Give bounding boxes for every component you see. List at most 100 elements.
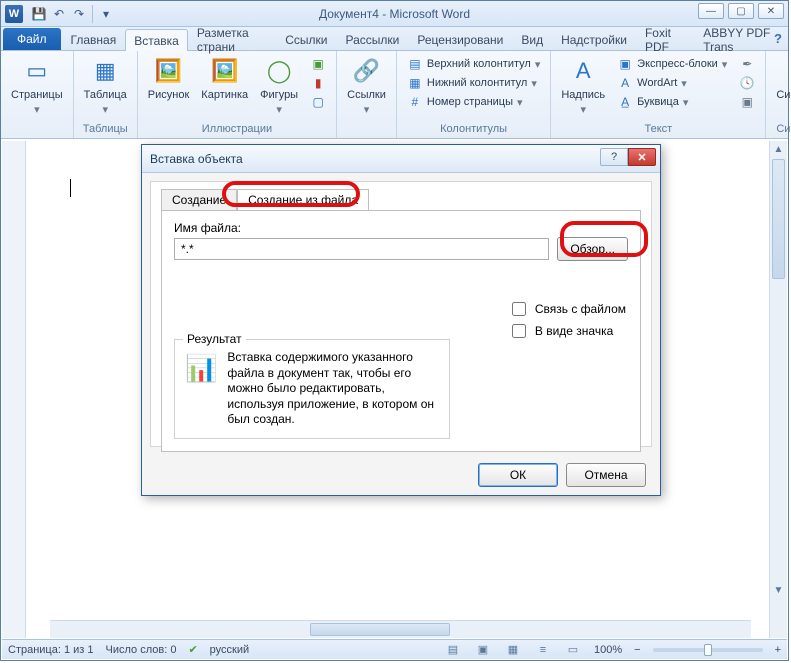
header-label: Верхний колонтитул (427, 58, 531, 70)
pages-label: Страницы (11, 89, 63, 101)
group-illustrations: 🖼️ Рисунок 🖼️ Картинка ◯ Фигуры ▾ ▣ ▮ ▢ (138, 51, 337, 138)
zoom-level[interactable]: 100% (594, 644, 622, 656)
dialog-help-button[interactable]: ? (600, 148, 628, 166)
zoom-out-button[interactable]: − (634, 644, 640, 656)
chart-button[interactable]: ▮ (308, 74, 328, 92)
tab-insert[interactable]: Вставка (125, 29, 188, 51)
link-to-file-checkbox[interactable]: Связь с файлом (508, 299, 626, 319)
links-button[interactable]: 🔗 Ссылки ▾ (343, 53, 390, 118)
file-tab[interactable]: Файл (3, 28, 61, 50)
tab-create-new[interactable]: Создание (161, 189, 237, 211)
quickparts-button[interactable]: ▣Экспресс-блоки ▾ (615, 55, 729, 73)
shapes-button[interactable]: ◯ Фигуры ▾ (256, 53, 302, 118)
group-symbols-label: Символы (772, 123, 791, 136)
group-illustrations-label: Иллюстрации (144, 123, 330, 136)
group-text-label: Текст (557, 123, 759, 136)
ribbon-help[interactable]: ? (774, 31, 782, 46)
chevron-down-icon: ▾ (681, 77, 687, 90)
chevron-down-icon: ▾ (102, 103, 108, 116)
insert-object-dialog: Вставка объекта ? ✕ Создание Создание из… (141, 144, 661, 496)
undo-button[interactable]: ↶ (49, 4, 69, 24)
window-title: Документ4 - Microsoft Word (1, 7, 788, 21)
status-language[interactable]: русский (210, 644, 249, 656)
signature-icon: ✒ (739, 56, 755, 72)
vscroll-thumb[interactable] (772, 159, 785, 279)
tab-references[interactable]: Ссылки (276, 28, 336, 50)
clipart-button[interactable]: 🖼️ Картинка (197, 53, 252, 103)
cancel-button[interactable]: Отмена (566, 463, 646, 487)
dialog-title: Вставка объекта (150, 152, 243, 166)
view-web[interactable]: ▦ (504, 642, 522, 658)
tab-addins[interactable]: Надстройки (552, 28, 636, 50)
checkbox-icon[interactable] (512, 302, 526, 316)
chevron-down-icon: ▾ (580, 103, 586, 116)
proofing-icon[interactable]: ✔ (188, 643, 197, 656)
smartart-button[interactable]: ▣ (308, 55, 328, 73)
pagenumber-button[interactable]: #Номер страницы ▾ (405, 93, 542, 111)
textbox-button[interactable]: A Надпись ▾ (557, 53, 609, 118)
group-pages: ▭ Страницы ▾ (1, 51, 74, 138)
footer-button[interactable]: ▦Нижний колонтитул ▾ (405, 74, 542, 92)
zoom-thumb[interactable] (704, 644, 712, 656)
redo-button[interactable]: ↷ (69, 4, 89, 24)
wordart-button[interactable]: AWordArt ▾ (615, 74, 729, 92)
ok-button[interactable]: ОК (478, 463, 558, 487)
browse-button[interactable]: Обзор... (557, 237, 628, 261)
table-button[interactable]: ▦ Таблица ▾ (80, 53, 131, 118)
zoom-in-button[interactable]: + (775, 644, 781, 656)
qat-customize[interactable]: ▾ (96, 4, 116, 24)
vertical-scrollbar[interactable]: ▲ ▼ (769, 141, 787, 638)
close-button[interactable]: ✕ (758, 3, 784, 19)
picture-button[interactable]: 🖼️ Рисунок (144, 53, 194, 103)
dialog-title-bar[interactable]: Вставка объекта ? ✕ (142, 145, 660, 173)
shapes-label: Фигуры (260, 89, 298, 101)
view-printlayout[interactable]: ▤ (444, 642, 462, 658)
datetime-button[interactable]: 🕓 (737, 74, 757, 92)
screenshot-button[interactable]: ▢ (308, 93, 328, 111)
tab-layout[interactable]: Разметка страни (188, 28, 276, 50)
screenshot-icon: ▢ (310, 94, 326, 110)
printlayout-icon: ▤ (448, 643, 458, 656)
ribbon-tabs: Файл Главная Вставка Разметка страни Ссы… (1, 27, 788, 51)
horizontal-scrollbar[interactable] (50, 620, 751, 638)
dialog-close-button[interactable]: ✕ (628, 148, 656, 166)
object-button[interactable]: ▣ (737, 93, 757, 111)
view-draft[interactable]: ▭ (564, 642, 582, 658)
save-button[interactable]: 💾 (29, 4, 49, 24)
group-links: 🔗 Ссылки ▾ (337, 51, 397, 138)
qat-separator (92, 5, 93, 23)
dropcap-button[interactable]: A̲Буквица ▾ (615, 93, 729, 111)
header-button[interactable]: ▤Верхний колонтитул ▾ (405, 55, 542, 73)
status-page[interactable]: Страница: 1 из 1 (8, 644, 94, 656)
tab-create-from-file[interactable]: Создание из файла (237, 189, 369, 211)
close-icon: ✕ (767, 6, 775, 17)
link-to-file-label: Связь с файлом (535, 302, 626, 316)
tab-review[interactable]: Рецензировани (408, 28, 512, 50)
filename-input[interactable] (174, 238, 549, 260)
signature-button[interactable]: ✒ (737, 55, 757, 73)
tab-home[interactable]: Главная (62, 28, 126, 50)
minimize-button[interactable]: ― (698, 3, 724, 19)
ribbon: ▭ Страницы ▾ ▦ Таблица ▾ Таблицы 🖼️ (1, 51, 788, 139)
tab-view[interactable]: Вид (512, 28, 552, 50)
display-as-icon-checkbox[interactable]: В виде значка (508, 321, 626, 341)
scroll-up-icon[interactable]: ▲ (770, 141, 787, 157)
tab-foxit[interactable]: Foxit PDF (636, 28, 694, 50)
dialog-footer: ОК Отмена (478, 463, 646, 487)
tab-mailings[interactable]: Рассылки (337, 28, 409, 50)
group-headerfooter-label: Колонтитулы (403, 123, 544, 136)
save-icon: 💾 (32, 7, 47, 21)
pages-button[interactable]: ▭ Страницы ▾ (7, 53, 67, 118)
symbols-button[interactable]: Ω Символы ▾ (772, 53, 791, 118)
hscroll-thumb[interactable] (310, 623, 450, 636)
checkbox-icon[interactable] (512, 324, 526, 338)
view-fullscreen[interactable]: ▣ (474, 642, 492, 658)
dropcap-label: Буквица (637, 96, 679, 108)
status-words[interactable]: Число слов: 0 (106, 644, 177, 656)
view-outline[interactable]: ≡ (534, 642, 552, 658)
maximize-button[interactable]: ▢ (728, 3, 754, 19)
result-legend: Результат (183, 332, 246, 346)
table-label: Таблица (84, 89, 127, 101)
zoom-slider[interactable] (653, 648, 763, 652)
scroll-down-icon[interactable]: ▼ (770, 582, 787, 598)
